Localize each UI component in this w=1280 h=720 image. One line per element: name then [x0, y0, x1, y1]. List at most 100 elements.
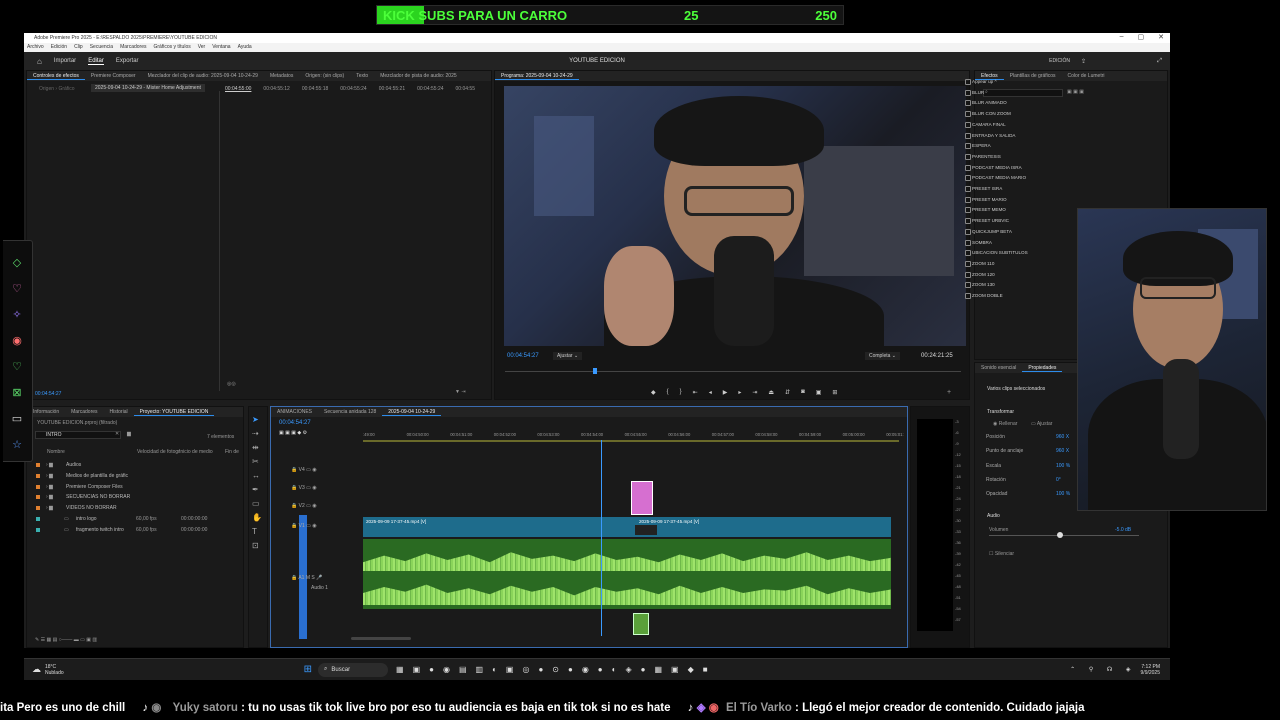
project-item[interactable]: SECUENCIAS NO BORRAR — [66, 494, 130, 500]
effect-preset-item[interactable]: ESPERA — [965, 143, 991, 150]
label-color-swatch[interactable] — [36, 463, 40, 467]
effects-search-input[interactable] — [983, 89, 1063, 97]
tab-metadata[interactable]: Metadatos — [264, 73, 299, 79]
effect-preset-item[interactable]: PARENTESIS — [965, 153, 1001, 160]
pen-tool-icon[interactable]: ✒ — [252, 483, 262, 497]
label-color-swatch[interactable] — [36, 495, 40, 500]
tab-lumetri[interactable]: Color de Lumetri — [1062, 73, 1111, 79]
star-icon[interactable]: ☆ — [11, 439, 23, 451]
tab-nested-seq[interactable]: Secuencia anidada 128 — [318, 409, 382, 415]
kick-icon[interactable]: ⊠ — [11, 387, 23, 399]
hand-tool-icon[interactable]: ✋ — [252, 511, 262, 525]
share-icon[interactable]: ⇪ — [1081, 58, 1086, 65]
chat-icon[interactable]: ▭ — [11, 413, 23, 425]
fill-button[interactable]: ◉ Rellenar — [993, 421, 1017, 427]
effect-preset-item[interactable]: PODCAST MEDIA ISRA — [965, 164, 1022, 171]
taskbar-search[interactable]: ⌕ Buscar — [318, 662, 389, 677]
label-color-swatch[interactable] — [36, 473, 40, 478]
effect-preset-item[interactable]: BLUR — [964, 89, 984, 96]
marker-icon[interactable]: ◆ — [651, 389, 656, 396]
diamond-icon[interactable]: ◇ — [11, 257, 23, 269]
close-icon[interactable]: ✕ — [1158, 33, 1164, 41]
sparkle-icon[interactable]: ✧ — [11, 309, 23, 321]
type-tool-icon[interactable]: T — [252, 525, 262, 539]
effect-preset-item[interactable]: PRESET URBVIC — [965, 218, 1009, 225]
step-forward-icon[interactable]: ▸ — [738, 389, 741, 396]
effect-preset-item[interactable]: ENTRADA Y SALIDA — [965, 132, 1016, 139]
property-value[interactable]: 960 X — [1056, 434, 1069, 440]
tab-effect-controls[interactable]: Controles de efectos — [27, 73, 85, 80]
tab-clip-mixer[interactable]: Mezclador del clip de audio: 2025-09-04 … — [142, 73, 264, 79]
effect-preset-item[interactable]: ZOOM 130 — [965, 282, 995, 289]
tray-icons[interactable]: ⌃ ⚲ ☊ ◈ — [1070, 666, 1136, 673]
property-value[interactable]: 100 % — [1056, 463, 1070, 469]
timeline-ruler[interactable]: :49:00 00:04:50:00 00:04:51:00 00:04:52:00 0… — [363, 432, 904, 440]
ripple-tool-icon[interactable]: ⇹ — [252, 441, 262, 455]
menu-ventana[interactable]: Ventana — [212, 43, 230, 52]
timeline-scrollbar[interactable] — [351, 637, 411, 640]
caption-tool-icon[interactable]: ⊡ — [252, 539, 262, 553]
volume-slider-handle[interactable] — [1057, 532, 1063, 538]
track-v3[interactable]: 🔒 V3 ▭ ◉ — [291, 485, 317, 491]
tab-essential-sound[interactable]: Sonido esencial — [975, 365, 1022, 371]
clip-label[interactable]: 2025-09-04 10-24-29 - Mister Home Adjust… — [91, 84, 205, 92]
zoom-slider[interactable]: ◎◎ — [227, 381, 236, 387]
heart-outline-icon[interactable]: ♡ — [11, 361, 23, 373]
small-audio-clip[interactable] — [633, 613, 649, 635]
go-to-in-icon[interactable]: ⇤ — [693, 389, 698, 396]
tab-program[interactable]: Programa: 2025-09-04 10-24-29 — [495, 73, 579, 80]
selection-tool-icon[interactable]: ➤ — [252, 413, 262, 427]
tab-markers[interactable]: Marcadores — [65, 409, 103, 415]
weather-icon[interactable]: ☁ — [32, 664, 41, 675]
timeline-tool-icons[interactable]: ▣ ▣ ▣ ◆ ⚙ — [279, 430, 307, 436]
effects-toolbar-icons[interactable]: ▣ ▣ ▣ — [1067, 89, 1084, 95]
project-item[interactable]: Audios — [66, 462, 81, 468]
out-point-icon[interactable]: } — [680, 389, 682, 396]
col-fps[interactable]: Velocidad de fotogr — [137, 449, 180, 455]
volume-value[interactable]: -5.0 dB — [1115, 527, 1131, 533]
settings-icon[interactable]: ⊞ — [832, 389, 837, 396]
effect-preset-item[interactable]: PODCAST MEDIA MARIO — [964, 175, 1026, 182]
start-icon[interactable]: ⊞ — [304, 664, 312, 675]
work-area-bar[interactable] — [363, 440, 899, 442]
audio-heading[interactable]: Audio — [987, 513, 1000, 519]
track-v1[interactable]: 🔒 V1 ▭ ◉ — [291, 523, 317, 529]
tab-track-mixer[interactable]: Mezclador de pista de audio: 2025 — [374, 73, 462, 79]
project-footer-icons[interactable]: ✎ ☰ ▦ ▤ ○─── ▬ ▭ ▣ ▥ — [35, 637, 97, 643]
menu-edicion[interactable]: Edición — [51, 43, 67, 52]
add-button-icon[interactable]: + — [947, 389, 951, 396]
label-color-swatch[interactable] — [36, 527, 40, 532]
extract-icon[interactable]: ⇵ — [785, 389, 790, 396]
track-v4[interactable]: 🔒 V4 ▭ ◉ — [291, 467, 317, 473]
effect-preset-item[interactable]: Appear up ^ — [965, 79, 997, 85]
menu-ayuda[interactable]: Ayuda — [238, 43, 252, 52]
maximize-icon[interactable]: ▢ — [1138, 33, 1145, 41]
menu-secuencia[interactable]: Secuencia — [90, 43, 113, 52]
property-value[interactable]: 100 % — [1056, 491, 1070, 497]
property-value[interactable]: 0° — [1056, 477, 1061, 483]
tab-history[interactable]: Historial — [104, 409, 134, 415]
project-item[interactable]: VIDEOS NO BORRAR — [66, 505, 117, 511]
clock[interactable]: 7:12 PM 9/9/2025 — [1141, 664, 1160, 676]
effect-controls-timecode[interactable]: 00:04:54:27 — [35, 391, 61, 397]
volume-slider[interactable] — [989, 535, 1139, 536]
transform-heading[interactable]: Transformar — [987, 409, 1014, 415]
effect-preset-item[interactable]: SOMBRA — [965, 239, 992, 246]
edicion-label[interactable]: EDICIÓN — [1049, 58, 1070, 64]
step-back-icon[interactable]: ◂ — [709, 389, 712, 396]
eye-icon[interactable]: ◉ — [11, 335, 23, 347]
tab-main-seq[interactable]: 2025-09-04 10-24-29 — [382, 409, 442, 416]
quality-dropdown[interactable]: Completa ⌄ — [865, 352, 900, 360]
in-point-icon[interactable]: { — [667, 389, 669, 396]
taskbar-apps[interactable]: ▦▣●◉▤▥◐▣◎●⊙●◉●◐◈●▦▣◆■ — [396, 665, 717, 674]
go-to-out-icon[interactable]: ⇥ — [752, 389, 757, 396]
track-v2[interactable]: 🔒 V2 ▭ ◉ — [291, 503, 317, 509]
compare-icon[interactable]: ▣ — [816, 389, 822, 396]
project-item[interactable]: fragmento twitch intro — [76, 527, 124, 533]
audio-clip-a1[interactable] — [363, 539, 891, 609]
col-name[interactable]: Nombre — [47, 449, 65, 455]
effect-preset-item[interactable]: UBICACION SUBTITULOS — [965, 250, 1028, 257]
heart-icon[interactable]: ♡ — [11, 283, 23, 295]
fullscreen-icon[interactable]: ⤢ — [1157, 58, 1162, 65]
rect-tool-icon[interactable]: ▭ — [252, 497, 262, 511]
